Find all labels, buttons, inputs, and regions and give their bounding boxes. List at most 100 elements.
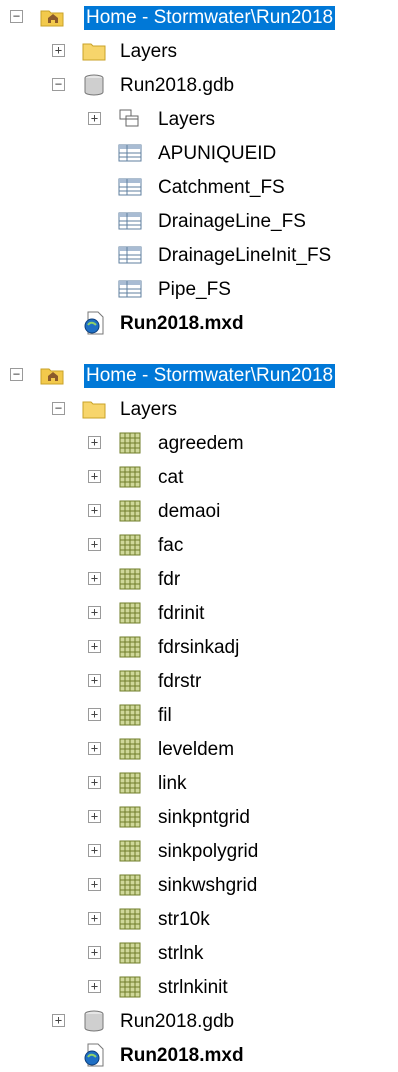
tree-node-label: str10k [158, 909, 210, 930]
tree-node-label: fdrinit [158, 603, 205, 624]
tree-node-label: agreedem [158, 433, 244, 454]
feature-dataset-icon [119, 109, 139, 127]
tree-node-label: Home - Stormwater\Run2018 [84, 6, 336, 30]
tree-node-raster[interactable]: + fil [0, 698, 398, 732]
expand-toggle[interactable]: + [88, 912, 101, 925]
tree-node-raster[interactable]: + sinkpolygrid [0, 834, 398, 868]
tree-node-raster[interactable]: + fdr [0, 562, 398, 596]
raster-grid-icon [119, 466, 141, 488]
tree-node-table[interactable]: DrainageLineInit_FS [0, 238, 398, 272]
raster-list: + agreedem + cat + demaoi + fac + fdr + fdrini… [0, 426, 398, 1004]
tree-node-raster[interactable]: + cat [0, 460, 398, 494]
tree-node-gdb[interactable]: + Run2018.gdb [0, 1004, 398, 1038]
collapse-toggle[interactable]: − [10, 368, 23, 381]
tree-node-gdb[interactable]: − Run2018.gdb [0, 68, 398, 102]
tree-node-table[interactable]: Pipe_FS [0, 272, 398, 306]
tree-node-label: Pipe_FS [158, 279, 231, 300]
expand-toggle[interactable]: + [88, 504, 101, 517]
tree-node-table[interactable]: APUNIQUEID [0, 136, 398, 170]
collapse-toggle[interactable]: − [52, 78, 65, 91]
tree-node-table[interactable]: DrainageLine_FS [0, 204, 398, 238]
tree-node-raster[interactable]: + agreedem [0, 426, 398, 460]
folder-home-icon [40, 368, 64, 385]
raster-grid-icon [119, 976, 141, 998]
tree-node-label: Layers [158, 109, 216, 130]
expand-toggle[interactable]: + [88, 844, 101, 857]
tree-node-label: Layers [120, 399, 178, 420]
tree-node-layers-folder[interactable]: + Layers [0, 34, 398, 68]
table-icon [118, 212, 142, 230]
expand-toggle[interactable]: + [88, 878, 101, 891]
tree-node-label: fac [158, 535, 184, 556]
expand-toggle[interactable]: + [88, 436, 101, 449]
tree-node-raster[interactable]: + link [0, 766, 398, 800]
tree-node-raster[interactable]: + strlnkinit [0, 970, 398, 1004]
tree-node-label: Run2018.gdb [120, 75, 235, 96]
collapse-toggle[interactable]: − [52, 402, 65, 415]
tree-node-label: leveldem [158, 739, 235, 760]
tree-node-table[interactable]: Catchment_FS [0, 170, 398, 204]
expand-toggle[interactable]: + [88, 708, 101, 721]
tree-node-label: APUNIQUEID [158, 143, 277, 164]
tree-node-raster[interactable]: + fdrsinkadj [0, 630, 398, 664]
tree-node-label: link [158, 773, 187, 794]
tree-node-label: Catchment_FS [158, 177, 285, 198]
table-icon [118, 178, 142, 196]
expand-toggle[interactable]: + [88, 810, 101, 823]
expand-toggle[interactable]: + [88, 572, 101, 585]
tree-node-raster[interactable]: + strlnk [0, 936, 398, 970]
folder-icon [82, 43, 106, 61]
collapse-toggle[interactable]: − [10, 10, 23, 23]
raster-grid-icon [119, 738, 141, 760]
tree-node-home-folder[interactable]: − Home - Stormwater\Run2018 [0, 0, 398, 34]
tree-node-label: strlnk [158, 943, 204, 964]
expand-toggle[interactable]: + [88, 538, 101, 551]
raster-grid-icon [119, 534, 141, 556]
tree-node-raster[interactable]: + str10k [0, 902, 398, 936]
expand-toggle[interactable]: + [88, 470, 101, 483]
expand-toggle[interactable]: + [88, 606, 101, 619]
expand-toggle[interactable]: + [88, 980, 101, 993]
raster-grid-icon [119, 704, 141, 726]
raster-grid-icon [119, 874, 141, 896]
expand-toggle[interactable]: + [88, 112, 101, 125]
raster-grid-icon [119, 568, 141, 590]
expand-toggle[interactable]: + [88, 640, 101, 653]
raster-grid-icon [119, 432, 141, 454]
tree-node-label: sinkwshgrid [158, 875, 258, 896]
tree-node-feature-dataset-layers[interactable]: + Layers [0, 102, 398, 136]
map-document-icon [84, 311, 104, 335]
tree-node-label: fdrsinkadj [158, 637, 240, 658]
raster-grid-icon [119, 602, 141, 624]
tree-node-mxd[interactable]: Run2018.mxd [0, 1038, 398, 1072]
folder-icon [82, 401, 106, 419]
raster-grid-icon [119, 670, 141, 692]
database-icon [84, 1010, 104, 1032]
tree-node-raster[interactable]: + sinkwshgrid [0, 868, 398, 902]
table-icon [118, 280, 142, 298]
expand-toggle[interactable]: + [88, 674, 101, 687]
tree-node-raster[interactable]: + fdrinit [0, 596, 398, 630]
map-document-icon [84, 1043, 104, 1067]
expand-toggle[interactable]: + [52, 1014, 65, 1027]
table-icon [118, 246, 142, 264]
tree-node-label: sinkpolygrid [158, 841, 259, 862]
tree-node-label: demaoi [158, 501, 221, 522]
raster-grid-icon [119, 500, 141, 522]
expand-toggle[interactable]: + [52, 44, 65, 57]
tree-node-label: Run2018.mxd [120, 313, 244, 334]
tree-node-layers-folder[interactable]: − Layers [0, 392, 398, 426]
tree-node-raster[interactable]: + leveldem [0, 732, 398, 766]
expand-toggle[interactable]: + [88, 776, 101, 789]
tree-node-label: fdr [158, 569, 181, 590]
expand-toggle[interactable]: + [88, 742, 101, 755]
tree-node-mxd[interactable]: Run2018.mxd [0, 306, 398, 340]
expand-toggle[interactable]: + [88, 946, 101, 959]
tree-node-raster[interactable]: + sinkpntgrid [0, 800, 398, 834]
tree-node-raster[interactable]: + fac [0, 528, 398, 562]
tree-node-raster[interactable]: + demaoi [0, 494, 398, 528]
tree-node-label: strlnkinit [158, 977, 228, 998]
raster-grid-icon [119, 806, 141, 828]
tree-node-raster[interactable]: + fdrstr [0, 664, 398, 698]
tree-node-home-folder[interactable]: − Home - Stormwater\Run2018 [0, 358, 398, 392]
